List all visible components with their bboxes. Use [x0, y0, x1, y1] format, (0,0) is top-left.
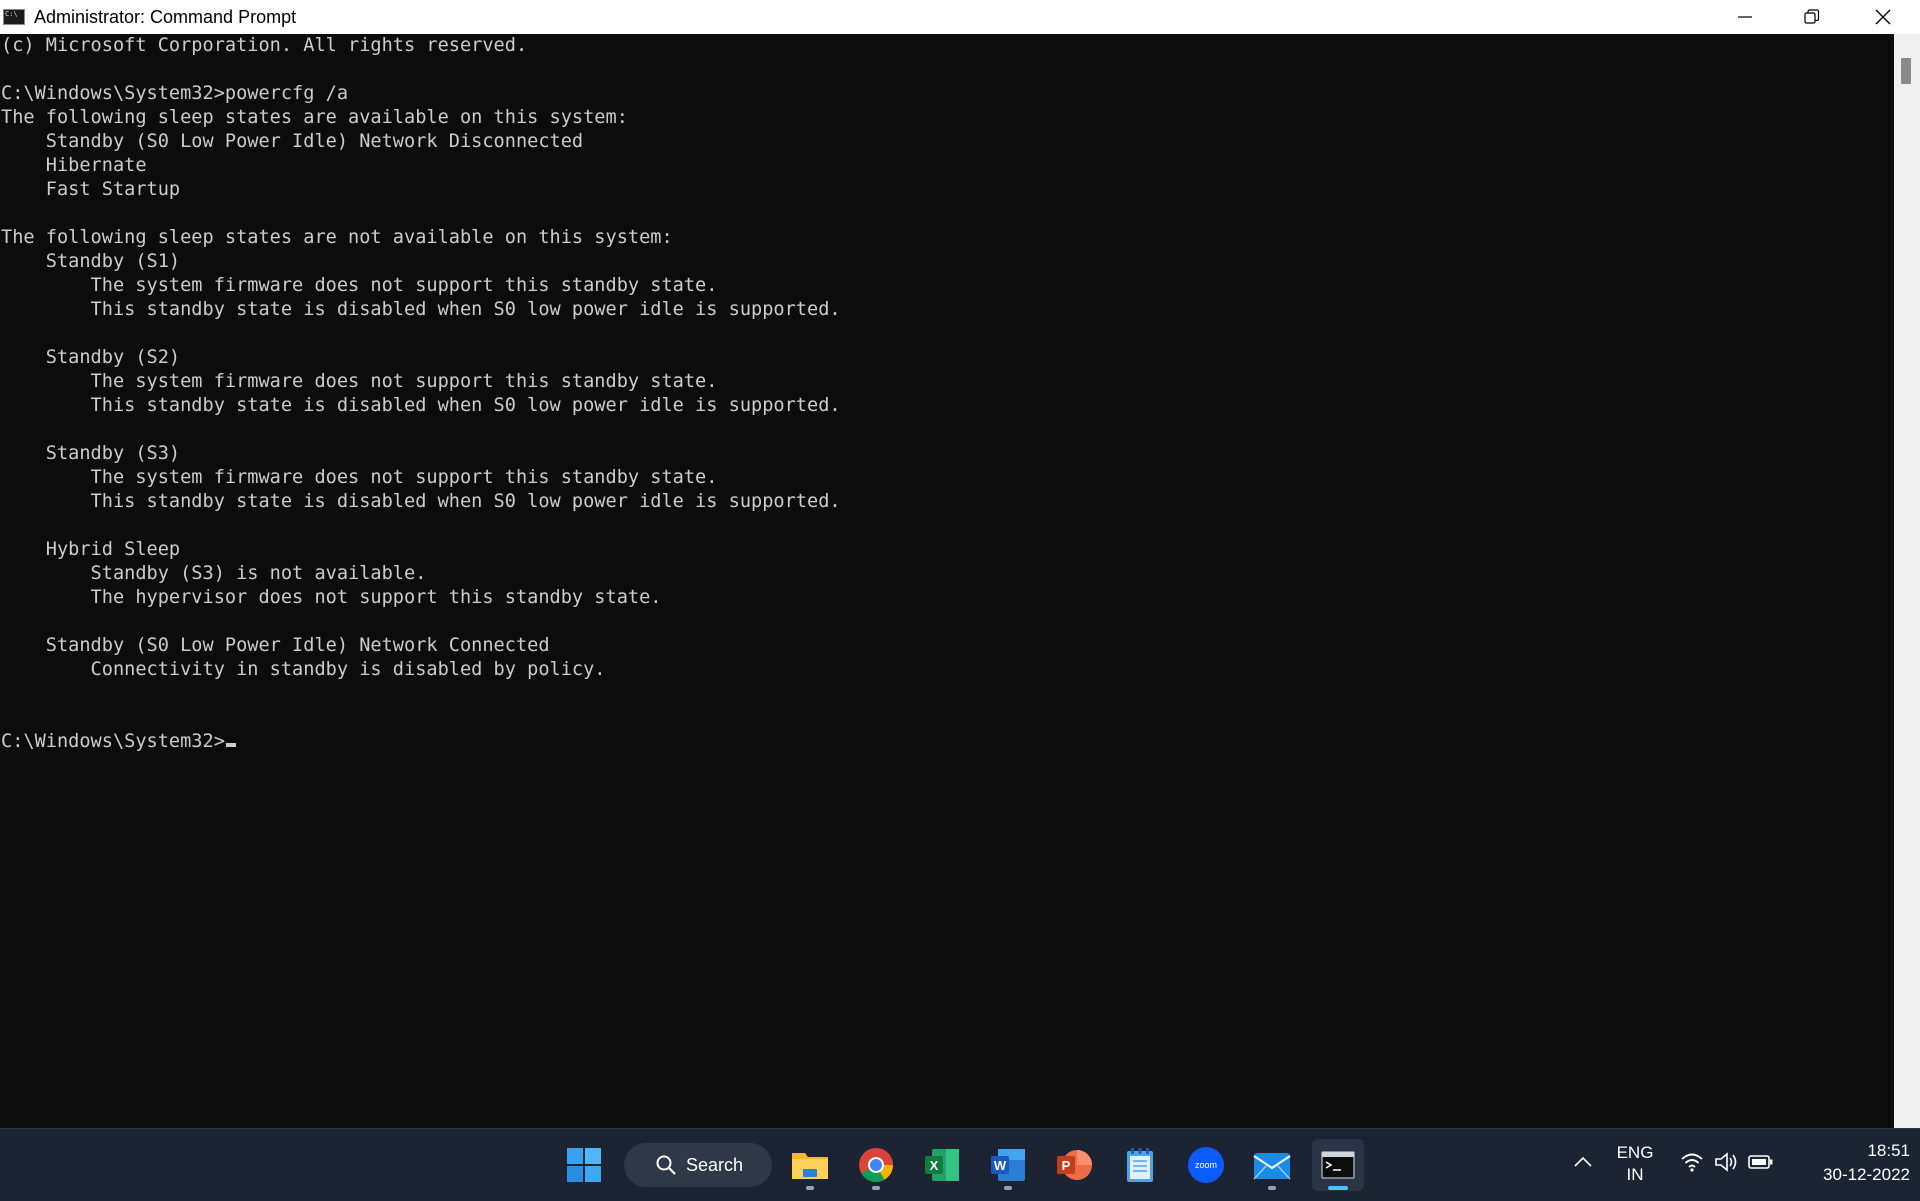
- show-hidden-icons-button[interactable]: [1572, 1151, 1594, 1178]
- running-indicator: [872, 1186, 880, 1190]
- battery-icon: [1748, 1155, 1773, 1169]
- console-text: (c) Microsoft Corporation. All rights re…: [0, 34, 1894, 730]
- clock-date: 30-12-2022: [1823, 1165, 1910, 1184]
- console-line: Standby (S0 Low Power Idle) Network Disc…: [1, 131, 584, 152]
- active-indicator: [1328, 1186, 1348, 1190]
- language-indicator[interactable]: ENG IN: [1610, 1143, 1660, 1187]
- console-line: This standby state is disabled when S0 l…: [1, 395, 841, 416]
- windows-start-icon: [567, 1148, 601, 1182]
- taskbar-app-mail[interactable]: [1246, 1139, 1298, 1191]
- mail-icon: [1253, 1153, 1291, 1180]
- console-line: The following sleep states are available…: [1, 107, 628, 128]
- close-button[interactable]: [1848, 0, 1918, 34]
- minimize-icon: [1738, 16, 1752, 18]
- command-prompt-icon: [3, 9, 25, 25]
- console-line: Connectivity in standby is disabled by p…: [1, 659, 606, 680]
- console-prompt-line[interactable]: C:\Windows\System32>: [0, 730, 1894, 754]
- running-indicator: [806, 1186, 814, 1190]
- taskbar-app-excel[interactable]: X: [916, 1139, 968, 1191]
- console-line: Standby (S3): [1, 443, 181, 464]
- console-output[interactable]: (c) Microsoft Corporation. All rights re…: [0, 34, 1894, 1128]
- console-line: (c) Microsoft Corporation. All rights re…: [1, 35, 528, 56]
- svg-text:X: X: [930, 1158, 939, 1173]
- clock[interactable]: 18:51 30-12-2022: [1790, 1141, 1910, 1189]
- wifi-icon: [1681, 1153, 1703, 1172]
- restore-button[interactable]: [1777, 0, 1847, 34]
- console-line: C:\Windows\System32>powercfg /a: [1, 83, 349, 104]
- console-line: Standby (S0 Low Power Idle) Network Conn…: [1, 635, 550, 656]
- taskbar-app-chrome[interactable]: [850, 1139, 902, 1191]
- console-line: This standby state is disabled when S0 l…: [1, 491, 841, 512]
- scrollbar-thumb[interactable]: [1901, 58, 1911, 84]
- region-code: IN: [1626, 1165, 1644, 1184]
- chevron-up-icon: [1574, 1156, 1592, 1167]
- console-line: Hybrid Sleep: [1, 539, 181, 560]
- start-button[interactable]: [558, 1139, 610, 1191]
- minimize-button[interactable]: [1710, 0, 1780, 34]
- quick-settings-button[interactable]: [1676, 1143, 1776, 1187]
- console-line: The following sleep states are not avail…: [1, 227, 673, 248]
- console-line: Hibernate: [1, 155, 147, 176]
- title-bar[interactable]: Administrator: Command Prompt: [0, 0, 1920, 35]
- word-icon: W: [991, 1149, 1025, 1181]
- svg-text:P: P: [1062, 1158, 1071, 1173]
- clock-time: 18:51: [1867, 1141, 1910, 1160]
- taskbar-app-notepad[interactable]: [1114, 1139, 1166, 1191]
- console-line: Standby (S1): [1, 251, 181, 272]
- powerpoint-icon: P: [1057, 1150, 1092, 1180]
- taskbar-app-file-explorer[interactable]: [784, 1139, 836, 1191]
- zoom-icon: zoom: [1188, 1147, 1224, 1183]
- taskbar-app-zoom[interactable]: zoom: [1180, 1139, 1232, 1191]
- text-cursor: [225, 743, 236, 747]
- close-icon: [1875, 9, 1891, 25]
- console-line: Standby (S2): [1, 347, 181, 368]
- console-line: The system firmware does not support thi…: [1, 275, 718, 296]
- command-prompt-icon: [1321, 1151, 1355, 1179]
- command-prompt: C:\Windows\System32>: [1, 731, 225, 752]
- console-line: This standby state is disabled when S0 l…: [1, 299, 841, 320]
- console-line: The system firmware does not support thi…: [1, 467, 718, 488]
- excel-icon: X: [925, 1149, 959, 1181]
- running-indicator: [1004, 1186, 1012, 1190]
- taskbar-app-command-prompt[interactable]: [1312, 1139, 1364, 1191]
- search-label: Search: [686, 1154, 744, 1175]
- taskbar: Search X W P zoom ENG IN 18:51 30-12-202…: [0, 1128, 1920, 1201]
- taskbar-search[interactable]: Search: [624, 1143, 772, 1187]
- console-line: Fast Startup: [1, 179, 181, 200]
- chrome-icon: [859, 1148, 893, 1182]
- search-icon: [656, 1155, 676, 1175]
- console-line: Standby (S3) is not available.: [1, 563, 427, 584]
- file-explorer-icon: [792, 1153, 828, 1179]
- console-line: The system firmware does not support thi…: [1, 371, 718, 392]
- running-indicator: [1268, 1186, 1276, 1190]
- taskbar-app-powerpoint[interactable]: P: [1048, 1139, 1100, 1191]
- volume-icon: [1715, 1152, 1737, 1172]
- vertical-scrollbar[interactable]: [1894, 34, 1920, 1128]
- restore-icon: [1804, 9, 1820, 24]
- zoom-label: zoom: [1195, 1160, 1217, 1170]
- language-code: ENG: [1616, 1143, 1654, 1162]
- svg-text:W: W: [994, 1158, 1007, 1173]
- window-title: Administrator: Command Prompt: [34, 6, 297, 27]
- console-line: The hypervisor does not support this sta…: [1, 587, 662, 608]
- notepad-icon: [1127, 1148, 1153, 1182]
- taskbar-app-word[interactable]: W: [982, 1139, 1034, 1191]
